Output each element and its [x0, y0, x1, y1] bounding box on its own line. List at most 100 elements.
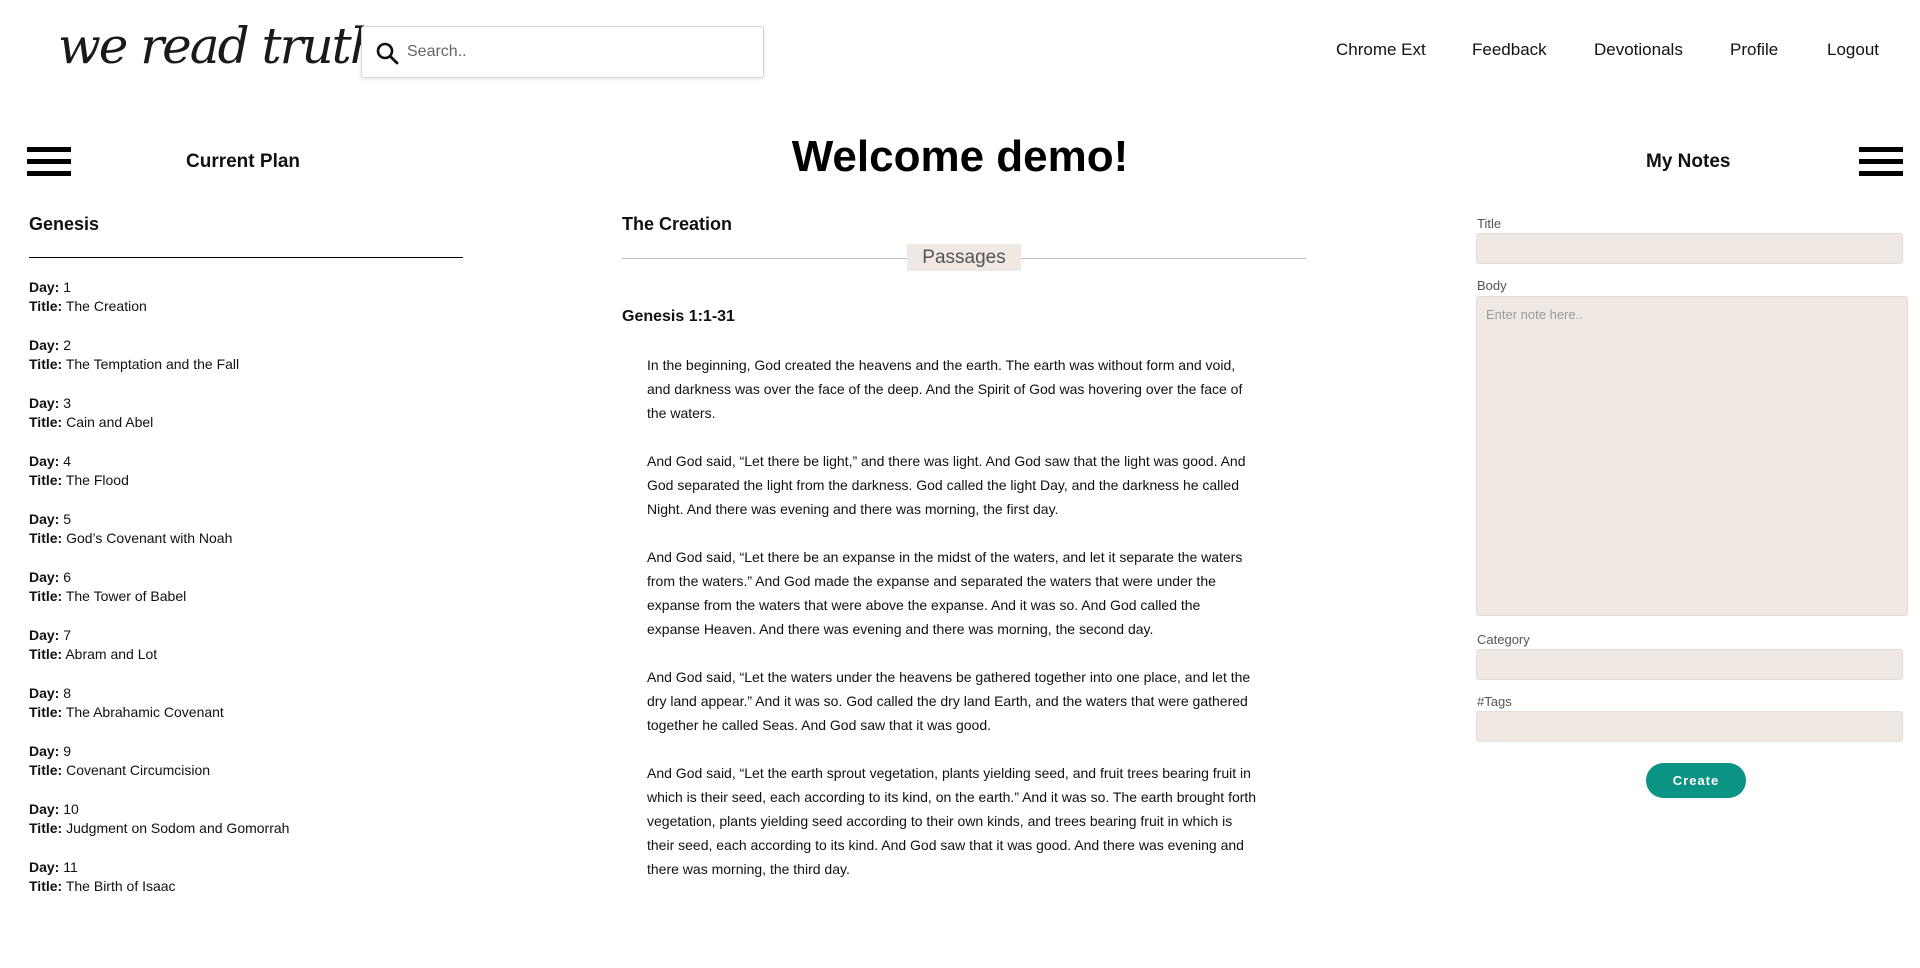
day-title: The Tower of Babel	[65, 588, 187, 604]
plan-day-item[interactable]: Day: 3 Title: Cain and Abel	[29, 394, 469, 452]
plan-day-item[interactable]: Day: 4 Title: The Flood	[29, 452, 469, 510]
title-label: Title:	[29, 530, 63, 546]
search-input[interactable]	[407, 27, 757, 77]
plan-day-item[interactable]: Day: 5 Title: God’s Covenant with Noah	[29, 510, 469, 568]
note-body-textarea[interactable]	[1477, 297, 1907, 615]
plan-day-item[interactable]: Day: 6 Title: The Tower of Babel	[29, 568, 469, 626]
nav-devotionals[interactable]: Devotionals	[1594, 40, 1683, 60]
logo[interactable]: we read truth	[58, 14, 382, 78]
right-menu-icon[interactable]	[1859, 147, 1903, 177]
nav-profile[interactable]: Profile	[1730, 40, 1778, 60]
day-title: Cain and Abel	[66, 414, 154, 430]
note-body-field	[1476, 296, 1908, 616]
day-number: 5	[63, 511, 72, 527]
day-label: Day:	[29, 569, 60, 585]
welcome-heading: Welcome demo!	[791, 132, 1129, 181]
plan-day-line: Day: 2	[29, 336, 469, 355]
passage-paragraph: In the beginning, God created the heaven…	[647, 357, 1243, 421]
plan-title-line: Title: God’s Covenant with Noah	[29, 529, 469, 548]
day-label: Day:	[29, 743, 60, 759]
plan-day-item[interactable]: Day: 9 Title: Covenant Circumcision	[29, 742, 469, 800]
title-label: Title:	[29, 414, 63, 430]
note-title-label: Title	[1477, 216, 1502, 231]
day-label: Day:	[29, 627, 60, 643]
day-title: The Creation	[65, 298, 147, 314]
passage-paragraph: And God said, “Let there be light,” and …	[647, 453, 1246, 517]
plan-title-line: Title: Abram and Lot	[29, 645, 469, 664]
plan-title-line: Title: Cain and Abel	[29, 413, 469, 432]
note-body-label: Body	[1477, 278, 1507, 293]
day-label: Day:	[29, 801, 60, 817]
plan-day-line: Day: 5	[29, 510, 469, 529]
note-category-field	[1476, 649, 1903, 680]
note-title-input[interactable]	[1477, 234, 1902, 263]
plan-day-list[interactable]: Day: 1 Title: The Creation Day: 2 Title: Th…	[29, 278, 469, 892]
day-title: The Temptation and the Fall	[65, 356, 240, 372]
note-tags-label: #Tags	[1477, 694, 1512, 709]
passage-reference: Genesis 1:1-31	[622, 308, 735, 325]
day-number: 3	[63, 395, 72, 411]
plan-day-item[interactable]: Day: 8 Title: The Abrahamic Covenant	[29, 684, 469, 742]
plan-day-item[interactable]: Day: 11 Title: The Birth of Isaac	[29, 858, 469, 892]
title-label: Title:	[29, 704, 63, 720]
day-number: 1	[63, 279, 72, 295]
plan-title-line: Title: The Flood	[29, 471, 469, 490]
day-number: 2	[63, 337, 72, 353]
title-label: Title:	[29, 820, 63, 836]
nav-chrome-ext[interactable]: Chrome Ext	[1336, 40, 1426, 60]
day-label: Day:	[29, 337, 60, 353]
plan-divider	[29, 257, 463, 258]
day-number: 4	[63, 453, 72, 469]
title-label: Title:	[29, 298, 63, 314]
passage-paragraph: And God said, “Let the earth sprout vege…	[647, 765, 1257, 877]
day-title: The Flood	[65, 472, 129, 488]
plan-day-line: Day: 1	[29, 278, 469, 297]
title-label: Title:	[29, 356, 63, 372]
day-label: Day:	[29, 453, 60, 469]
nav-feedback[interactable]: Feedback	[1472, 40, 1547, 60]
plan-day-line: Day: 10	[29, 800, 469, 819]
day-title: The Abrahamic Covenant	[65, 704, 224, 720]
day-label: Day:	[29, 395, 60, 411]
note-category-input[interactable]	[1477, 650, 1902, 679]
day-number: 10	[63, 801, 79, 817]
search-icon	[376, 42, 399, 65]
day-title: God’s Covenant with Noah	[66, 530, 233, 546]
day-label: Day:	[29, 511, 60, 527]
note-tags-input[interactable]	[1477, 712, 1902, 741]
day-label: Day:	[29, 279, 60, 295]
plan-day-line: Day: 11	[29, 858, 469, 877]
nav-logout[interactable]: Logout	[1827, 40, 1879, 60]
plan-day-item[interactable]: Day: 2 Title: The Temptation and the Fall	[29, 336, 469, 394]
plan-day-line: Day: 7	[29, 626, 469, 645]
search-box[interactable]	[361, 26, 764, 78]
reading-title: The Creation	[622, 214, 733, 234]
title-label: Title:	[29, 762, 63, 778]
day-number: 11	[63, 859, 78, 875]
passage-paragraph: And God said, “Let there be an expanse i…	[647, 549, 1243, 637]
my-notes-heading: My Notes	[1646, 151, 1731, 172]
day-number: 9	[63, 743, 72, 759]
passage-paragraph: And God said, “Let the waters under the …	[647, 669, 1251, 733]
plan-title-line: Title: The Tower of Babel	[29, 587, 469, 606]
day-title: Covenant Circumcision	[66, 762, 211, 778]
note-tags-field	[1476, 711, 1903, 742]
plan-title-line: Title: The Birth of Isaac	[29, 877, 469, 892]
title-label: Title:	[29, 646, 63, 662]
plan-day-item[interactable]: Day: 10 Title: Judgment on Sodom and Gomo…	[29, 800, 469, 858]
day-title: Abram and Lot	[65, 646, 158, 662]
create-note-button[interactable]: Create	[1646, 763, 1746, 798]
plan-title-line: Title: Judgment on Sodom and Gomorrah	[29, 819, 469, 838]
plan-day-line: Day: 6	[29, 568, 469, 587]
day-label: Day:	[29, 859, 60, 875]
day-number: 6	[63, 569, 72, 585]
day-title: The Birth of Isaac	[65, 878, 176, 892]
day-title: Judgment on Sodom and Gomorrah	[66, 820, 290, 836]
plan-day-item[interactable]: Day: 7 Title: Abram and Lot	[29, 626, 469, 684]
plan-title-line: Title: The Abrahamic Covenant	[29, 703, 469, 722]
plan-day-item[interactable]: Day: 1 Title: The Creation	[29, 278, 469, 336]
passages-tab[interactable]: Passages	[907, 244, 1021, 271]
note-title-field	[1476, 233, 1903, 264]
plan-day-line: Day: 3	[29, 394, 469, 413]
title-label: Title:	[29, 472, 63, 488]
